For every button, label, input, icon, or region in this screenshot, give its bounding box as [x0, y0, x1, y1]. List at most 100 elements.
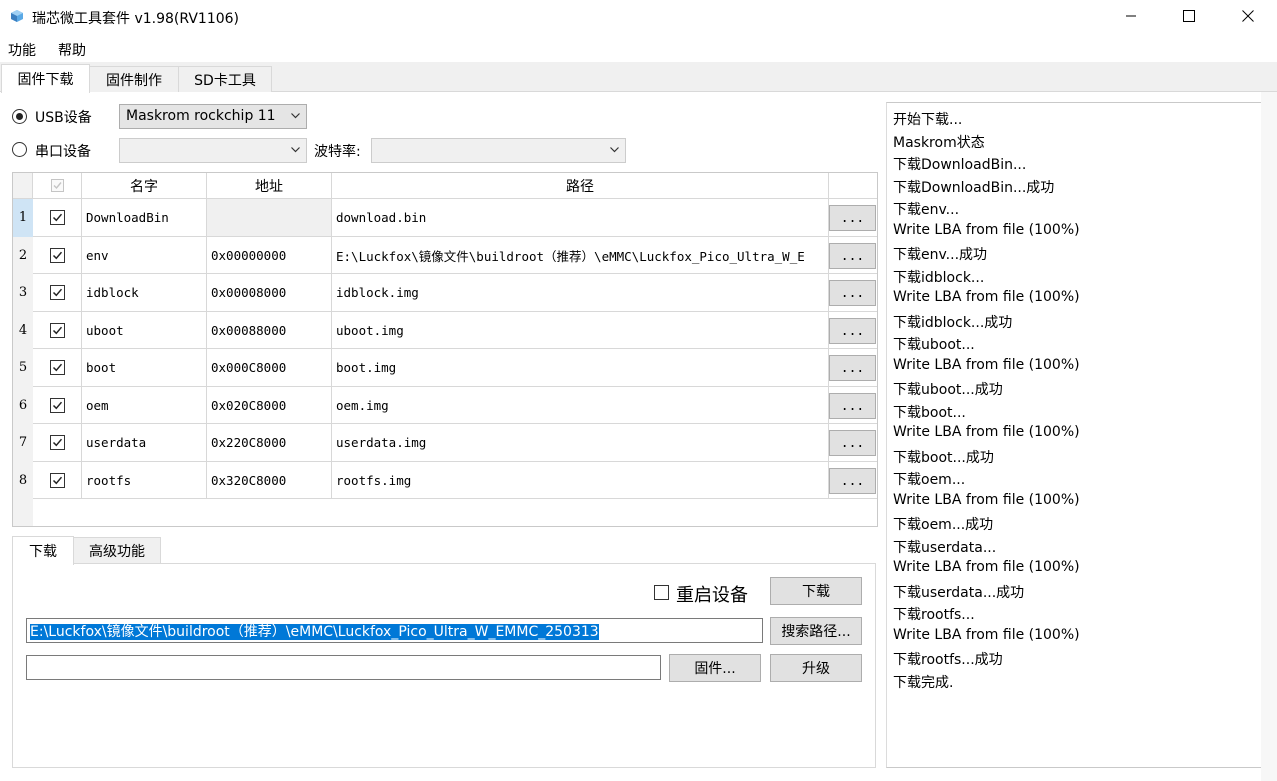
row-checkbox[interactable] — [49, 247, 65, 263]
select-all-checkbox[interactable] — [50, 179, 64, 192]
partition-path: uboot.img — [332, 312, 829, 349]
usb-device-radio[interactable] — [12, 109, 27, 124]
row-checkbox[interactable] — [49, 397, 65, 413]
log-line: Write LBA from file (100%) — [893, 627, 1080, 643]
close-button[interactable] — [1225, 0, 1271, 32]
table-empty-area — [13, 498, 33, 526]
row-number: 7 — [13, 424, 33, 462]
chevron-down-icon — [291, 147, 300, 153]
log-line: 下载oem...成功 — [893, 517, 994, 533]
log-line: 下载完成. — [893, 675, 954, 691]
row-select-cell — [33, 274, 82, 312]
partition-path: idblock.img — [332, 274, 829, 312]
download-button[interactable]: 下载 — [770, 577, 862, 605]
log-panel: 开始下载... Maskrom状态 下载DownloadBin... 下载Downlo… — [886, 102, 1262, 768]
partition-address: 0x00008000 — [207, 274, 332, 312]
browse-file-button[interactable]: ... — [829, 243, 876, 269]
log-line: 下载idblock...成功 — [893, 315, 1013, 331]
log-line: 开始下载... — [893, 112, 963, 128]
row-number: 4 — [13, 312, 33, 349]
firmware-button[interactable]: 固件... — [669, 654, 761, 682]
partition-name: DownloadBin — [82, 199, 207, 237]
row-number: 6 — [13, 387, 33, 424]
close-icon — [1242, 10, 1254, 22]
log-line: 下载boot...成功 — [893, 450, 994, 466]
usb-device-value: Maskrom rockchip 11 — [126, 108, 276, 124]
row-checkbox[interactable] — [49, 360, 65, 375]
partition-name: oem — [82, 387, 207, 424]
check-icon — [52, 288, 62, 297]
menu-bar: 功能 帮助 — [0, 36, 1277, 60]
browse-file-button[interactable]: ... — [829, 205, 876, 231]
tab-sd-card-tool[interactable]: SD卡工具 — [178, 66, 272, 92]
log-line: 下载uboot...成功 — [893, 382, 1003, 398]
menu-help[interactable]: 帮助 — [58, 40, 86, 60]
row-checkbox[interactable] — [49, 210, 65, 225]
log-line: Write LBA from file (100%) — [893, 289, 1080, 305]
browse-cell: ... — [829, 387, 877, 424]
partition-path: E:\Luckfox\镜像文件\buildroot（推荐）\eMMC\Luckf… — [332, 237, 829, 274]
row-header-corner — [13, 173, 33, 199]
menu-function[interactable]: 功能 — [8, 40, 36, 60]
tab-advanced[interactable]: 高级功能 — [73, 537, 161, 564]
row-checkbox[interactable] — [49, 472, 65, 488]
column-header-address: 地址 — [207, 173, 332, 199]
partition-name: env — [82, 237, 207, 274]
browse-file-button[interactable]: ... — [829, 280, 876, 306]
partition-name: userdata — [82, 424, 207, 462]
window-frame-edge — [1261, 92, 1277, 781]
browse-file-button[interactable]: ... — [829, 393, 876, 419]
partition-path: oem.img — [332, 387, 829, 424]
log-line: 下载env... — [893, 202, 960, 218]
row-checkbox[interactable] — [49, 322, 65, 338]
search-path-button[interactable]: 搜索路径... — [770, 617, 862, 645]
tab-firmware-download[interactable]: 固件下载 — [1, 64, 90, 93]
browse-cell: ... — [829, 237, 877, 274]
browse-file-button[interactable]: ... — [829, 430, 876, 456]
partition-path: userdata.img — [332, 424, 829, 462]
baud-rate-select[interactable] — [371, 138, 626, 163]
select-all-header[interactable] — [33, 173, 82, 199]
browse-cell: ... — [829, 349, 877, 387]
title-bar: 瑞芯微工具套件 v1.98(RV1106) — [0, 0, 1277, 34]
partition-name: idblock — [82, 274, 207, 312]
browse-file-button[interactable]: ... — [829, 468, 876, 494]
log-line: Write LBA from file (100%) — [893, 424, 1080, 440]
reboot-device-label: 重启设备 — [676, 585, 748, 606]
usb-device-select[interactable]: Maskrom rockchip 11 — [119, 104, 307, 129]
browse-cell: ... — [829, 462, 877, 499]
row-select-cell — [33, 199, 82, 237]
log-line: Write LBA from file (100%) — [893, 492, 1080, 508]
serial-device-label: 串口设备 — [35, 144, 91, 160]
reboot-device-checkbox[interactable] — [654, 585, 669, 600]
partition-address: 0x320C8000 — [207, 462, 332, 499]
minimize-button[interactable] — [1108, 0, 1154, 32]
partition-name: boot — [82, 349, 207, 387]
check-icon — [52, 363, 62, 372]
browse-cell: ... — [829, 312, 877, 349]
browse-cell: ... — [829, 199, 877, 237]
upgrade-button[interactable]: 升级 — [770, 654, 862, 682]
row-checkbox[interactable] — [49, 435, 65, 450]
firmware-file-input[interactable] — [26, 655, 661, 680]
check-icon — [53, 182, 62, 190]
log-line: 下载rootfs...成功 — [893, 652, 1003, 668]
log-line: 下载uboot... — [893, 337, 975, 353]
row-select-cell — [33, 237, 82, 274]
serial-device-select[interactable] — [119, 138, 307, 163]
partition-path: rootfs.img — [332, 462, 829, 499]
partition-path: boot.img — [332, 349, 829, 387]
check-icon — [52, 251, 62, 259]
row-number: 3 — [13, 274, 33, 312]
partition-address: 0x020C8000 — [207, 387, 332, 424]
firmware-path-input[interactable]: E:\Luckfox\镜像文件\buildroot（推荐）\eMMC\Luckf… — [26, 618, 763, 643]
serial-device-radio[interactable] — [12, 142, 27, 157]
browse-file-button[interactable]: ... — [829, 355, 876, 381]
download-panel: 重启设备 下载 E:\Luckfox\镜像文件\buildroot（推荐）\eM… — [12, 563, 876, 768]
tab-download[interactable]: 下载 — [12, 536, 74, 565]
browse-file-button[interactable]: ... — [829, 318, 876, 344]
tab-firmware-make[interactable]: 固件制作 — [89, 66, 179, 92]
row-checkbox[interactable] — [49, 285, 65, 300]
log-line: 下载env...成功 — [893, 247, 988, 263]
maximize-button[interactable] — [1166, 0, 1212, 32]
